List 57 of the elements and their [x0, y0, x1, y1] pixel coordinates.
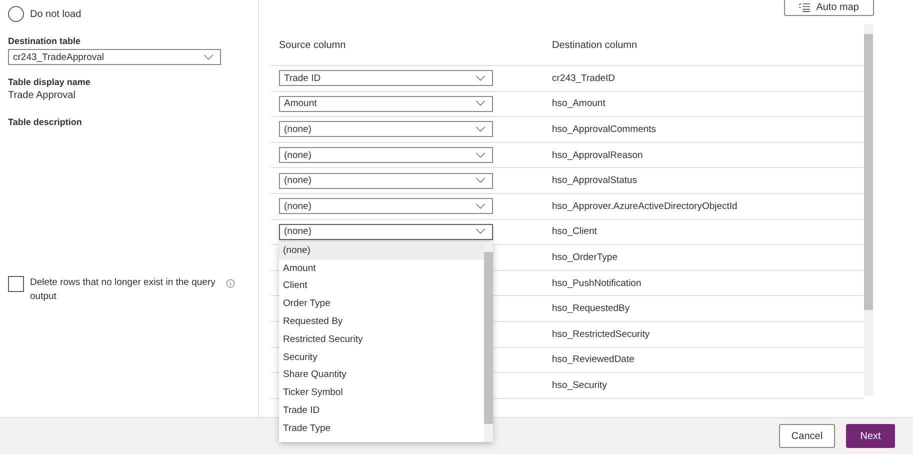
dropdown-option[interactable]: Client [279, 277, 484, 296]
destination-column-name: cr243_TradeID [552, 72, 616, 84]
chevron-down-icon [203, 54, 214, 60]
source-column-dropdown[interactable]: (none) [279, 224, 493, 240]
field-label: Table description [8, 117, 83, 127]
field-value: Trade Approval [8, 90, 76, 101]
radio-button[interactable] [8, 6, 24, 22]
source-column-dropdown[interactable]: (none) [279, 121, 493, 138]
dropdown-option[interactable]: Trade Type [279, 420, 484, 438]
destination-column-name: hso_RestrictedSecurity [552, 328, 651, 340]
scrollbar[interactable] [864, 24, 873, 396]
source-column-dropdown[interactable]: (none) [279, 198, 493, 214]
chevron-down-icon [475, 177, 486, 184]
chevron-down-icon [475, 228, 486, 236]
source-column-dropdown[interactable]: (none) [279, 172, 493, 189]
chevron-down-icon [475, 126, 486, 133]
source-column-dropdown[interactable]: (none) [279, 147, 493, 164]
destination-column-name: hso_ReviewedDate [552, 354, 636, 366]
destination-column-name: hso_Client [552, 226, 598, 238]
destination-column-name: hso_OrderType [552, 252, 618, 263]
checkbox-label: Delete rows that no longer exist in the query output [30, 276, 216, 304]
dropdown-option[interactable]: Ticker Symbol [279, 384, 484, 402]
radio-label: Do not load [30, 8, 82, 20]
cancel-button[interactable]: Cancel [779, 424, 835, 448]
auto-map-button[interactable]: Auto map [784, 0, 874, 16]
destination-column-name: hso_Approver.AzureActiveDirectoryObjectId [552, 200, 738, 212]
destination-column-name: hso_ApprovalReason [552, 150, 644, 161]
destination-column-name: hso_ApprovalStatus [552, 175, 638, 186]
dropdown-option[interactable]: Share Quantity [279, 366, 484, 384]
next-button[interactable]: Next [846, 424, 895, 448]
scrollbar[interactable] [484, 242, 493, 442]
destination-table-dropdown[interactable]: cr243_TradeApproval [8, 49, 221, 65]
field-label: Destination table [8, 36, 82, 46]
source-column-dropdown[interactable]: Amount [279, 96, 493, 112]
dropdown-option[interactable]: Requested By [279, 313, 484, 331]
checkbox[interactable] [8, 276, 24, 292]
chevron-down-icon [475, 74, 486, 82]
destination-column-name: hso_PushNotification [552, 278, 642, 289]
list-icon [799, 2, 810, 12]
dropdown-option[interactable]: Order Type [279, 295, 484, 314]
column-header: Destination column [552, 40, 638, 51]
destination-column-name: hso_Amount [552, 98, 606, 110]
dropdown-option[interactable]: Security [279, 348, 484, 366]
dropdown-option[interactable]: Trade ID [279, 402, 484, 420]
chevron-down-icon [475, 202, 486, 210]
dropdown-option[interactable]: Restricted Security [279, 330, 484, 349]
dropdown-option[interactable]: (none) [279, 242, 484, 260]
column-header: Source column [278, 40, 347, 51]
info-icon [226, 279, 235, 288]
source-column-dropdown[interactable]: Trade ID [279, 70, 493, 86]
field-label: Table display name [8, 77, 92, 87]
chevron-down-icon [475, 152, 486, 159]
destination-column-name: hso_ApprovalComments [552, 124, 658, 135]
chevron-down-icon [475, 100, 486, 108]
destination-column-name: hso_Security [552, 380, 608, 391]
dropdown-option[interactable]: Amount [279, 260, 484, 278]
destination-column-name: hso_RequestedBy [552, 303, 631, 314]
